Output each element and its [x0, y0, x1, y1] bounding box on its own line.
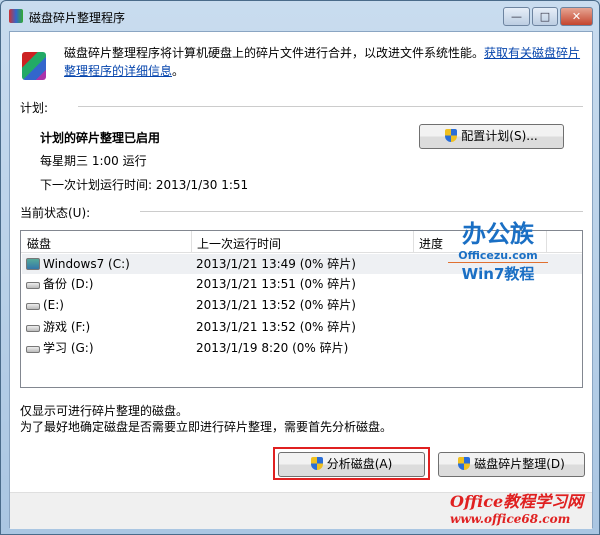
- column-last-run[interactable]: 上一次运行时间: [197, 235, 281, 252]
- defragment-label: 磁盘碎片整理(D): [474, 457, 565, 471]
- window: 磁盘碎片整理程序 — □ ✕ 磁盘碎片整理程序将计算机硬盘上的碎片文件进行合并，…: [0, 0, 600, 535]
- schedule-frequency: 每星期三 1:00 运行: [40, 154, 147, 168]
- shield-icon: [445, 129, 458, 142]
- configure-schedule-button[interactable]: 配置计划(S)...: [419, 124, 564, 149]
- schedule-next-run: 下一次计划运行时间: 2013/1/30 1:51: [40, 178, 249, 192]
- schedule-label: 计划:: [20, 101, 49, 115]
- watermark-url: Officezu.com: [448, 249, 548, 263]
- column-progress[interactable]: 进度: [419, 235, 443, 252]
- configure-label: 配置计划(S)...: [461, 129, 538, 143]
- column-divider[interactable]: [413, 231, 414, 253]
- disk-row[interactable]: 游戏 (F:) 2013/1/21 13:52 (0% 碎片): [22, 317, 582, 337]
- watermark-officezu: 办公族 Officezu.com Win7教程: [448, 214, 548, 284]
- watermark-url: www.office68.com: [450, 512, 571, 526]
- analyze-disk-button[interactable]: 分析磁盘(A): [278, 452, 425, 477]
- column-divider[interactable]: [191, 231, 192, 253]
- drive-icon: [26, 325, 40, 332]
- last-run: 2013/1/21 13:51 (0% 碎片): [196, 277, 356, 291]
- last-run: 2013/1/19 8:20 (0% 碎片): [196, 341, 349, 355]
- analyze-label: 分析磁盘(A): [326, 457, 393, 471]
- disk-name: Windows7 (C:): [43, 257, 130, 271]
- disk-name: (E:): [43, 298, 64, 312]
- column-disk[interactable]: 磁盘: [27, 235, 51, 252]
- minimize-button[interactable]: —: [503, 7, 530, 26]
- shield-icon: [310, 457, 323, 470]
- divider: [140, 211, 583, 212]
- disk-row[interactable]: 学习 (G:) 2013/1/19 8:20 (0% 碎片): [22, 338, 582, 358]
- description-text: 磁盘碎片整理程序将计算机硬盘上的碎片文件进行合并，以改进文件系统性能。: [64, 46, 485, 60]
- system-drive-icon: [26, 258, 40, 270]
- window-title: 磁盘碎片整理程序: [29, 11, 126, 25]
- schedule-status: 计划的碎片整理已启用: [40, 131, 161, 145]
- last-run: 2013/1/21 13:52 (0% 碎片): [196, 320, 356, 334]
- maximize-button[interactable]: □: [532, 7, 558, 26]
- watermark-sub: Win7教程: [461, 265, 535, 283]
- close-button[interactable]: ✕: [560, 7, 593, 26]
- current-status-label: 当前状态(U):: [20, 206, 91, 220]
- watermark-office68: Office教程学习网 www.office68.com: [450, 488, 583, 526]
- note-1: 仅显示可进行碎片整理的磁盘。: [20, 404, 189, 418]
- watermark-brand: Office教程学习网: [450, 492, 584, 511]
- last-run: 2013/1/21 13:52 (0% 碎片): [196, 298, 356, 312]
- disk-row[interactable]: (E:) 2013/1/21 13:52 (0% 碎片): [22, 295, 582, 315]
- header-description: 磁盘碎片整理程序将计算机硬盘上的碎片文件进行合并，以改进文件系统性能。获取有关磁…: [64, 44, 589, 80]
- shield-icon: [458, 457, 471, 470]
- drive-icon: [26, 303, 40, 310]
- disk-name: 学习 (G:): [43, 341, 94, 355]
- divider: [78, 106, 583, 107]
- watermark-brand: 办公族: [462, 220, 534, 248]
- note-2: 为了最好地确定磁盘是否需要立即进行碎片整理，需要首先分析磁盘。: [20, 420, 393, 434]
- drive-icon: [26, 346, 40, 353]
- client-area: 磁盘碎片整理程序将计算机硬盘上的碎片文件进行合并，以改进文件系统性能。获取有关磁…: [9, 31, 593, 529]
- drive-icon: [26, 282, 40, 289]
- disk-name: 备份 (D:): [43, 277, 94, 291]
- defragment-button[interactable]: 磁盘碎片整理(D): [438, 452, 585, 477]
- last-run: 2013/1/21 13:49 (0% 碎片): [196, 257, 356, 271]
- app-icon: [9, 9, 23, 23]
- disk-name: 游戏 (F:): [43, 320, 91, 334]
- link-suffix: 。: [172, 64, 185, 78]
- defrag-icon: [22, 52, 46, 80]
